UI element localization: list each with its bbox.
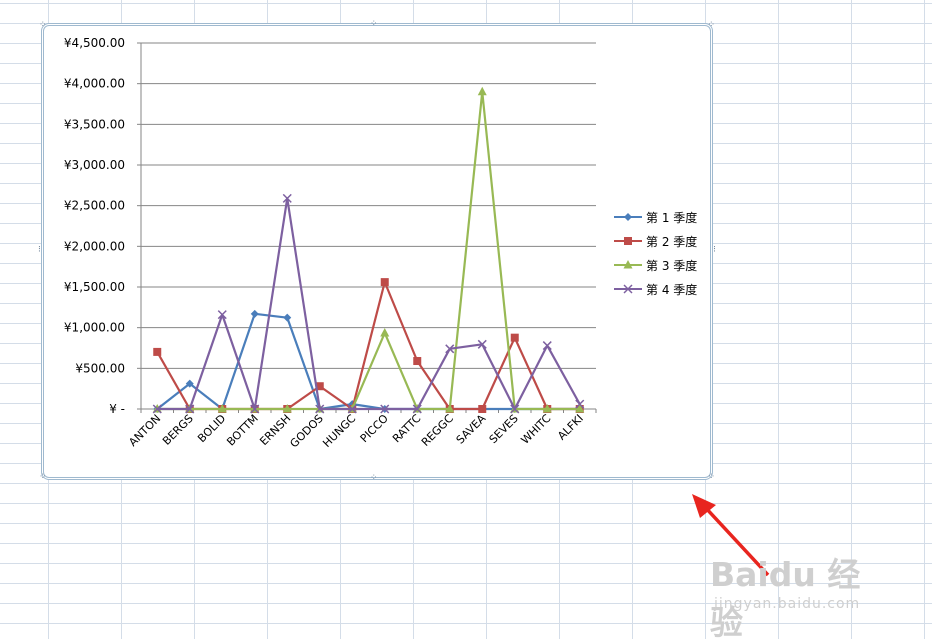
- baidu-watermark: Baidu 经验 jingyan.baidu.com: [710, 538, 890, 642]
- watermark-url: jingyan.baidu.com: [714, 596, 861, 612]
